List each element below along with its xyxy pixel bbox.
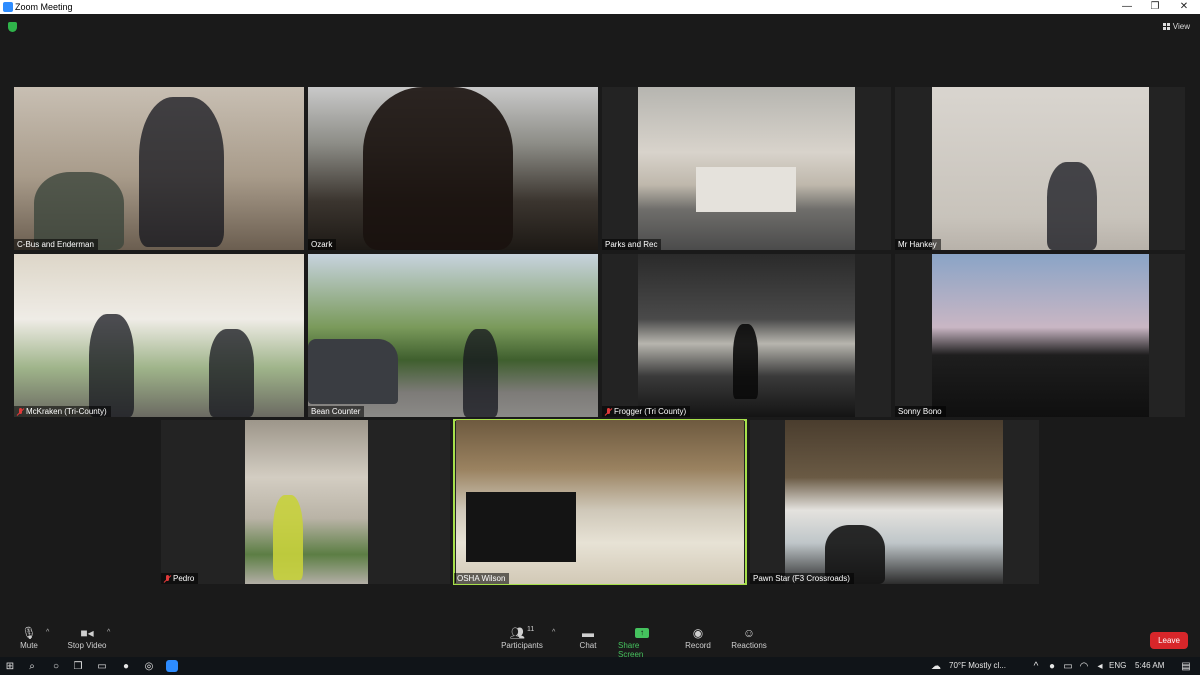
muted-mic-icon	[164, 574, 171, 583]
participant-video	[932, 254, 1149, 417]
mute-button[interactable]: 🎙︎ Mute	[18, 625, 40, 650]
participant-video	[785, 420, 1003, 584]
participant-video	[14, 87, 304, 250]
muted-mic-icon	[605, 407, 612, 416]
window-title: Zoom Meeting	[15, 2, 73, 12]
view-button[interactable]: View	[1162, 22, 1190, 31]
stop-video-button[interactable]: ■◂ Stop Video	[66, 625, 108, 650]
stop-video-label: Stop Video	[67, 641, 107, 650]
video-tile[interactable]: Mr Hankey	[895, 87, 1185, 250]
video-tile[interactable]: Ozark	[308, 87, 598, 250]
meeting-stage: View C-Bus and Enderman Ozark Parks and …	[0, 14, 1200, 621]
file-explorer-icon[interactable]: ▭	[96, 660, 108, 672]
tray-app-icon[interactable]: ●	[1046, 660, 1058, 672]
reactions-label: Reactions	[731, 641, 767, 650]
clock[interactable]: 5:46 AM	[1135, 661, 1164, 670]
network-icon[interactable]: ◠	[1078, 660, 1090, 672]
view-label: View	[1172, 22, 1190, 31]
participant-name-label: Parks and Rec	[602, 239, 662, 250]
participant-video	[245, 420, 368, 584]
reactions-button[interactable]: ☺ Reactions	[731, 625, 767, 650]
chat-label: Chat	[579, 641, 597, 650]
chrome-icon[interactable]: ◎	[143, 660, 155, 672]
video-tile[interactable]: McKraken (Tri-County)	[14, 254, 304, 417]
search-icon[interactable]: ⌕	[26, 660, 38, 672]
volume-icon[interactable]: ◂	[1094, 660, 1106, 672]
muted-mic-icon	[17, 407, 24, 416]
cortana-circle-icon[interactable]: ○	[50, 660, 62, 672]
participant-name-label: Ozark	[308, 239, 337, 250]
gallery-grid-icon	[1162, 23, 1170, 30]
window-titlebar: Zoom Meeting — ❐ ✕	[0, 0, 1200, 14]
video-camera-icon: ■◂	[80, 626, 94, 640]
participant-name-label: Pawn Star (F3 Crossroads)	[750, 573, 854, 584]
language-indicator[interactable]: ENG	[1109, 661, 1126, 670]
participant-name-label: Sonny Bono	[895, 406, 946, 417]
leave-button[interactable]: Leave	[1150, 632, 1188, 649]
participants-options-chevron-icon[interactable]: ^	[552, 629, 555, 636]
participants-label: Participants	[501, 641, 543, 650]
share-screen-icon: ↑	[635, 625, 649, 641]
participant-video	[932, 87, 1149, 250]
participants-button[interactable]: 👥︎ 11 Participants	[500, 625, 544, 651]
participant-video	[308, 254, 598, 417]
share-screen-button[interactable]: ↑ Share Screen	[618, 625, 666, 659]
participant-name-label: Bean Counter	[308, 406, 365, 417]
participant-name-label: Pedro	[161, 573, 199, 584]
participant-video	[638, 254, 855, 417]
participants-count: 11	[526, 625, 535, 633]
participants-icon: 👥︎ 11	[509, 625, 535, 641]
video-tile[interactable]: Pawn Star (F3 Crossroads)	[750, 420, 1039, 584]
video-tile[interactable]: Parks and Rec	[602, 87, 891, 250]
participant-name-label: McKraken (Tri-County)	[14, 406, 111, 417]
participant-name-label: Frogger (Tri County)	[602, 406, 691, 417]
reactions-emoji-icon: ☺	[742, 626, 756, 640]
record-icon: ◉	[692, 626, 704, 640]
weather-icon: ☁	[931, 660, 941, 672]
video-tile[interactable]: C-Bus and Enderman	[14, 87, 304, 250]
participant-name-label: C-Bus and Enderman	[14, 239, 98, 250]
restore-button[interactable]: ❐	[1143, 0, 1167, 14]
participant-name-label: Mr Hankey	[895, 239, 941, 250]
mute-label: Mute	[20, 641, 38, 650]
zoom-taskbar-icon[interactable]	[166, 660, 178, 672]
meeting-toolbar: 🎙︎ Mute ^ ■◂ Stop Video ^ 👥︎ 11 Participa…	[0, 621, 1200, 659]
record-button[interactable]: ◉ Record	[684, 625, 712, 650]
windows-start-icon[interactable]: ⊞	[4, 660, 16, 672]
record-label: Record	[685, 641, 711, 650]
browser-icon[interactable]: ●	[120, 660, 132, 672]
battery-icon[interactable]: ▭	[1062, 660, 1074, 672]
minimize-button[interactable]: —	[1115, 0, 1139, 14]
zoom-logo-icon	[3, 2, 13, 12]
video-tile-active-speaker[interactable]: OSHA Wilson	[453, 419, 747, 585]
microphone-icon: 🎙︎	[21, 626, 37, 640]
notifications-icon[interactable]: ▤	[1180, 660, 1192, 672]
close-button[interactable]: ✕	[1172, 0, 1196, 14]
video-tile[interactable]: Frogger (Tri County)	[602, 254, 891, 417]
windows-taskbar: ⊞ ⌕ ○ ❒ ▭ ● ◎ ☁ 70°F Mostly cl... ^ ● ▭ …	[0, 657, 1200, 675]
participant-video	[638, 87, 855, 250]
video-tile[interactable]: Sonny Bono	[895, 254, 1185, 417]
chat-bubble-icon: ▬	[582, 626, 594, 640]
participant-video	[14, 254, 304, 417]
video-tile[interactable]: Pedro	[161, 420, 450, 584]
participant-video	[308, 87, 598, 250]
video-tile[interactable]: Bean Counter	[308, 254, 598, 417]
encryption-shield-icon[interactable]	[8, 22, 17, 32]
system-tray-chevron-icon[interactable]: ^	[1030, 660, 1042, 672]
participant-video	[456, 420, 744, 584]
participant-name-label: OSHA Wilson	[454, 573, 510, 584]
task-view-icon[interactable]: ❒	[72, 660, 84, 672]
chat-button[interactable]: ▬ Chat	[577, 625, 599, 650]
weather-text[interactable]: 70°F Mostly cl...	[949, 661, 1006, 670]
video-options-chevron-icon[interactable]: ^	[107, 629, 110, 636]
audio-options-chevron-icon[interactable]: ^	[46, 629, 49, 636]
